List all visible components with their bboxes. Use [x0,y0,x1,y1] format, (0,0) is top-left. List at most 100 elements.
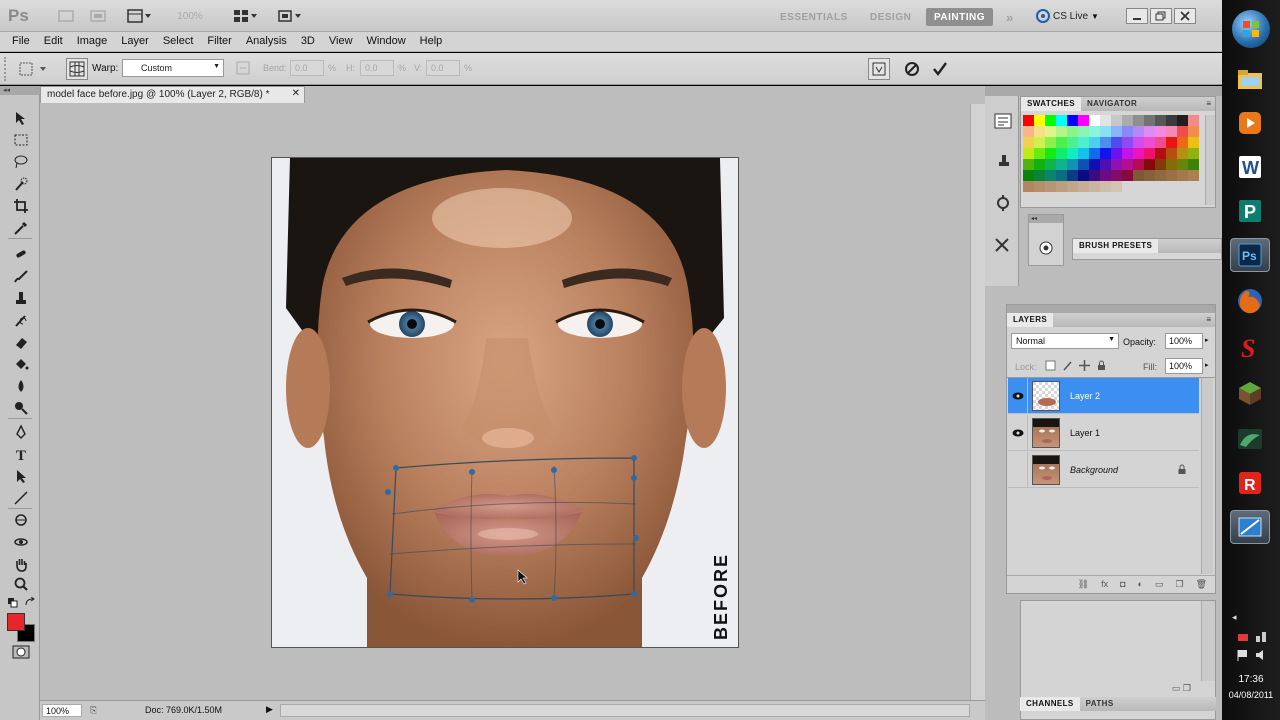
horizontal-scrollbar[interactable] [280,704,970,717]
color-swatch[interactable] [1144,148,1155,159]
color-swatch[interactable] [1133,115,1144,126]
color-swatch[interactable] [1144,159,1155,170]
taskbar-capture-app[interactable] [1230,510,1270,544]
color-swatch[interactable] [1122,115,1133,126]
color-swatch[interactable] [1089,137,1100,148]
network-tray-icon[interactable] [1254,630,1268,644]
visibility-toggle[interactable] [1008,451,1028,488]
menu-select[interactable]: Select [156,35,201,47]
panel-menu-icon[interactable]: ≡ [1202,313,1215,327]
zoom-tool[interactable] [10,574,32,594]
color-swatch[interactable] [1100,159,1111,170]
color-swatch[interactable] [1023,170,1034,181]
workspace-more-chevron[interactable]: » [998,8,1022,26]
color-swatch[interactable] [1177,170,1188,181]
status-share-icon[interactable]: ⎘ [90,705,97,716]
color-swatch[interactable] [1067,159,1078,170]
toggle-free-transform-button[interactable] [868,58,890,80]
taskbar-media-player[interactable] [1230,106,1270,140]
change-warp-orientation-button[interactable] [234,59,254,77]
taskbar-app-s[interactable]: S [1230,330,1270,364]
color-swatch[interactable] [1078,170,1089,181]
color-swatch[interactable] [1177,126,1188,137]
adjustment-layer-icon[interactable]: ◐ [1138,579,1143,590]
tab-channels[interactable]: CHANNELS [1020,697,1080,711]
workspace-painting[interactable]: PAINTING [926,8,994,26]
color-swatch[interactable] [1188,148,1199,159]
color-swatch[interactable] [1166,115,1177,126]
brush-panel-button[interactable] [1037,239,1055,257]
zoom-level-display[interactable]: 100% [166,7,214,25]
color-swatch[interactable] [1166,126,1177,137]
color-swatch[interactable] [1100,170,1111,181]
color-swatch[interactable] [1133,170,1144,181]
color-swatch[interactable] [1111,126,1122,137]
color-swatch[interactable] [1045,137,1056,148]
layer-row[interactable]: Background [1008,451,1199,488]
cancel-transform-button[interactable] [902,59,924,79]
color-swatch[interactable] [1023,159,1034,170]
tab-navigator[interactable]: NAVIGATOR [1081,97,1143,111]
color-swatch[interactable] [1045,181,1056,192]
workspace-essentials[interactable]: ESSENTIALS [772,8,856,26]
taskbar-minecraft[interactable] [1230,376,1270,410]
new-group-icon[interactable]: ▭ [1155,579,1164,590]
color-swatch[interactable] [1023,181,1034,192]
color-swatch[interactable] [1034,170,1045,181]
default-colors-button[interactable] [8,598,18,608]
color-swatch[interactable] [1067,137,1078,148]
layers-panel-grip[interactable] [1007,305,1215,313]
delete-layer-icon[interactable]: 🗑 [1196,579,1207,590]
flag-tray-icon[interactable] [1236,648,1250,662]
restore-button[interactable] [1150,8,1172,24]
taskbar-publisher[interactable]: P [1230,194,1270,228]
color-swatch[interactable] [1188,126,1199,137]
menu-analysis[interactable]: Analysis [239,35,294,47]
document-image[interactable]: BEFORE [271,157,739,648]
color-swatch[interactable] [1111,170,1122,181]
color-swatch[interactable] [1122,148,1133,159]
color-swatch[interactable] [1100,148,1111,159]
layer-row[interactable]: Layer 1 [1008,414,1199,451]
lock-image-pixels-icon[interactable] [1062,360,1073,371]
volume-tray-icon[interactable] [1254,648,1268,662]
color-swatch[interactable] [1045,159,1056,170]
view-extras-button[interactable] [122,7,156,25]
clone-source-panel-button[interactable] [986,146,1020,176]
lock-position-icon[interactable] [1079,360,1090,371]
document-tab[interactable]: model face before.jpg @ 100% (Layer 2, R… [40,86,305,103]
blur-tool[interactable] [10,376,32,396]
history-brush-tool[interactable] [10,310,32,330]
color-swatch[interactable] [1067,170,1078,181]
color-swatch[interactable] [1155,170,1166,181]
hand-tool[interactable] [10,554,32,574]
screen-mode-button[interactable] [272,7,306,25]
color-swatch[interactable] [1067,181,1078,192]
add-mask-icon[interactable]: ◘ [1120,579,1125,590]
workspace-design[interactable]: DESIGN [862,8,919,26]
color-swatch[interactable] [1023,137,1034,148]
color-swatch[interactable] [1067,126,1078,137]
color-swatch[interactable] [1023,115,1034,126]
color-swatch[interactable] [1155,137,1166,148]
foreground-color-swatch[interactable] [7,613,25,631]
warp-style-dropdown[interactable]: Custom ▼ [122,59,224,77]
commit-transform-button[interactable] [930,59,952,79]
color-swatch[interactable] [1166,170,1177,181]
tool-presets-panel-button[interactable] [986,230,1020,260]
actions-panel-button[interactable] [986,188,1020,218]
fill-slider-arrow-icon[interactable]: ▸ [1205,361,1209,369]
color-swatch[interactable] [1056,170,1067,181]
color-swatch[interactable] [1067,115,1078,126]
menu-window[interactable]: Window [360,35,413,47]
lock-transparent-icon[interactable] [1045,360,1056,371]
color-swatch[interactable] [1188,159,1199,170]
color-swatch[interactable] [1056,148,1067,159]
opacity-input[interactable]: 100% [1165,333,1203,349]
move-tool[interactable] [10,108,32,128]
color-swatch[interactable] [1023,148,1034,159]
close-button[interactable] [1174,8,1196,24]
taskbar-photoshop-active[interactable]: Ps [1230,238,1270,272]
visibility-toggle[interactable] [1008,414,1028,451]
color-swatch[interactable] [1177,148,1188,159]
